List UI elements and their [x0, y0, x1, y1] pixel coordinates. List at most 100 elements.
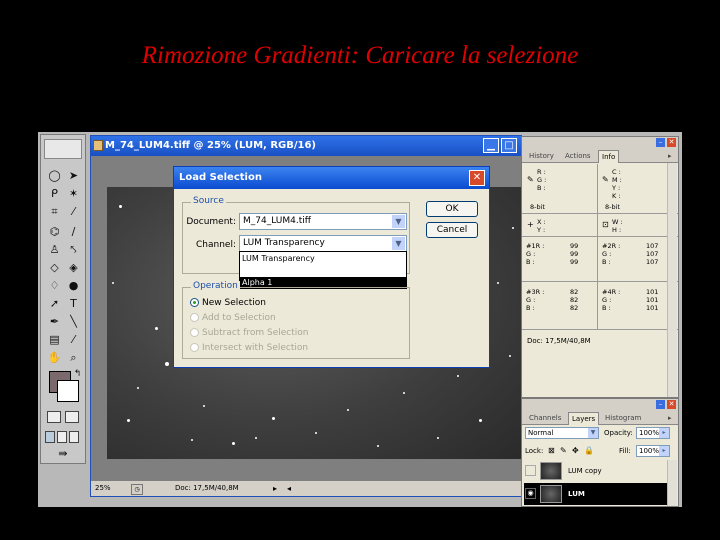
layers-tab-row: Channels Layers Histogram ▸ — [522, 410, 678, 425]
chevron-down-icon[interactable]: ▼ — [392, 215, 405, 228]
palette-menu-icon[interactable]: ▸ — [665, 412, 675, 424]
tab-history[interactable]: History — [526, 150, 557, 162]
size-box-icon: ⊡ — [602, 220, 609, 229]
palette-header[interactable]: – ✕ — [522, 137, 678, 148]
layers-scrollbar[interactable] — [667, 460, 677, 506]
zoom-tool-icon[interactable]: ⌕ — [65, 351, 82, 365]
dodge-tool-icon[interactable]: ● — [65, 279, 82, 293]
minimize-icon[interactable]: – — [656, 400, 665, 409]
close-icon[interactable]: ✕ — [667, 138, 676, 147]
move-tool-icon[interactable]: ➤ — [65, 169, 82, 183]
radio-label: Add to Selection — [202, 313, 276, 323]
lock-move-icon[interactable]: ✥ — [572, 445, 579, 457]
minimize-icon[interactable]: ▁ — [483, 138, 499, 153]
dropdown-option-lum-transparency[interactable]: LUM Transparency — [240, 253, 406, 264]
standard-mode-button[interactable] — [47, 411, 61, 423]
eraser-tool-icon[interactable]: ◇ — [46, 261, 63, 275]
document-label: Document: — [186, 217, 236, 227]
zoom-level[interactable]: 25% — [95, 481, 111, 496]
background-color-swatch[interactable] — [57, 380, 79, 402]
palette-menu-icon[interactable]: ▸ — [665, 150, 675, 162]
eyedropper-icon: ✎ — [602, 175, 609, 184]
quick-mask-mode-button[interactable] — [65, 411, 79, 423]
crop-tool-icon[interactable]: ⌗ — [46, 205, 63, 219]
radio-dot — [190, 328, 199, 337]
scroll-left-icon[interactable]: ◂ — [287, 481, 291, 496]
type-tool-icon[interactable]: T — [65, 297, 82, 311]
radio-subtract-from-selection[interactable]: Subtract from Selection — [190, 327, 309, 339]
document-titlebar[interactable]: M_74_LUM4.tiff @ 25% (LUM, RGB/16) ▁ □ — [91, 136, 521, 156]
tab-channels[interactable]: Channels — [526, 412, 564, 424]
clone-stamp-tool-icon[interactable]: ♙ — [46, 243, 63, 257]
jump-to-imageready-icon[interactable]: ⇛ — [48, 447, 78, 461]
radio-dot — [190, 313, 199, 322]
chevron-down-icon[interactable]: ▼ — [588, 428, 598, 438]
status-menu-arrow-icon[interactable]: ▸ — [273, 481, 277, 496]
minimize-icon[interactable]: – — [656, 138, 665, 147]
lasso-tool-icon[interactable]: ᑭ — [46, 187, 63, 201]
history-brush-tool-icon[interactable]: ⤣ — [65, 243, 82, 257]
blend-mode-select[interactable]: Normal ▼ — [525, 427, 599, 439]
fill-label: Fill: — [619, 447, 631, 455]
feather-logo-icon[interactable] — [44, 139, 82, 159]
screen-mode-full-menu-button[interactable] — [57, 431, 67, 443]
tab-actions[interactable]: Actions — [562, 150, 594, 162]
channel-select[interactable]: LUM Transparency ▼ — [239, 235, 407, 252]
screen-mode-full-button[interactable] — [69, 431, 79, 443]
swap-colors-icon[interactable]: ↰ — [69, 367, 86, 381]
close-icon[interactable]: ✕ — [469, 170, 485, 186]
notes-tool-icon[interactable]: ▤ — [46, 333, 63, 347]
eye-icon[interactable]: ◉ — [525, 488, 536, 499]
radio-dot — [190, 298, 199, 307]
radio-add-to-selection[interactable]: Add to Selection — [190, 312, 276, 324]
info-wh-labels: W : H : — [612, 218, 623, 234]
visibility-toggle[interactable] — [525, 465, 536, 476]
fill-input[interactable]: 100% ▸ — [636, 445, 670, 457]
tab-info[interactable]: Info — [598, 150, 620, 163]
chevron-right-icon[interactable]: ▸ — [659, 446, 669, 456]
info-bit-depth-right: 8-bit — [605, 203, 620, 211]
info-rgb-labels: R : G : B : — [537, 168, 547, 192]
load-selection-dialog: Load Selection ✕ Source Document: M_74_L… — [173, 166, 490, 368]
lock-transparency-icon[interactable]: ⊠ — [548, 445, 555, 457]
crosshair-icon: + — [527, 220, 534, 229]
tab-layers[interactable]: Layers — [568, 412, 600, 425]
channel-dropdown-list: LUM Transparency Alpha 1 — [239, 251, 407, 289]
cancel-button[interactable]: Cancel — [426, 222, 478, 238]
magic-wand-tool-icon[interactable]: ✶ — [65, 187, 82, 201]
hand-tool-icon[interactable]: ✋ — [46, 351, 63, 365]
radio-new-selection[interactable]: New Selection — [190, 297, 266, 309]
screen-mode-standard-button[interactable] — [45, 431, 55, 443]
dialog-titlebar[interactable]: Load Selection ✕ — [174, 167, 489, 189]
lock-paint-icon[interactable]: ✎ — [560, 445, 567, 457]
info-tab-row: History Actions Info ▸ — [522, 148, 678, 163]
lock-all-icon[interactable]: 🔒 — [584, 445, 594, 457]
chevron-right-icon[interactable]: ▸ — [659, 428, 669, 438]
close-icon[interactable]: ✕ — [667, 400, 676, 409]
maximize-icon[interactable]: □ — [501, 138, 517, 153]
brush-tool-icon[interactable]: ∕ — [65, 225, 82, 239]
path-selection-tool-icon[interactable]: ➚ — [46, 297, 63, 311]
opacity-input[interactable]: 100% ▸ — [636, 427, 670, 439]
blur-tool-icon[interactable]: ♢ — [46, 279, 63, 293]
status-icon[interactable]: ◷ — [131, 484, 143, 495]
line-tool-icon[interactable]: ╲ — [65, 315, 82, 329]
document-select[interactable]: M_74_LUM4.tiff ▼ — [239, 213, 407, 230]
radio-label: Subtract from Selection — [202, 328, 309, 338]
fill-value: 100% — [639, 447, 660, 455]
info-scrollbar[interactable] — [667, 163, 677, 397]
marquee-tool-icon[interactable]: ◯ — [46, 169, 63, 183]
pen-tool-icon[interactable]: ✒ — [46, 315, 63, 329]
tab-histogram[interactable]: Histogram — [602, 412, 644, 424]
slice-tool-icon[interactable]: ⁄ — [65, 205, 82, 219]
ok-button[interactable]: OK — [426, 201, 478, 217]
chevron-down-icon[interactable]: ▼ — [392, 237, 405, 250]
palette-header[interactable]: – ✕ — [522, 399, 678, 410]
eyedropper-tool-icon[interactable]: ⁄ — [65, 333, 82, 347]
sampler-3-labels: #3R : G : B : — [526, 288, 545, 312]
paint-bucket-tool-icon[interactable]: ◈ — [65, 261, 82, 275]
layer-row[interactable]: LUM copy — [524, 460, 667, 482]
healing-brush-tool-icon[interactable]: ⌬ — [46, 225, 63, 239]
layer-row-selected[interactable]: ◉ LUM — [524, 483, 667, 505]
radio-intersect-with-selection[interactable]: Intersect with Selection — [190, 342, 308, 354]
